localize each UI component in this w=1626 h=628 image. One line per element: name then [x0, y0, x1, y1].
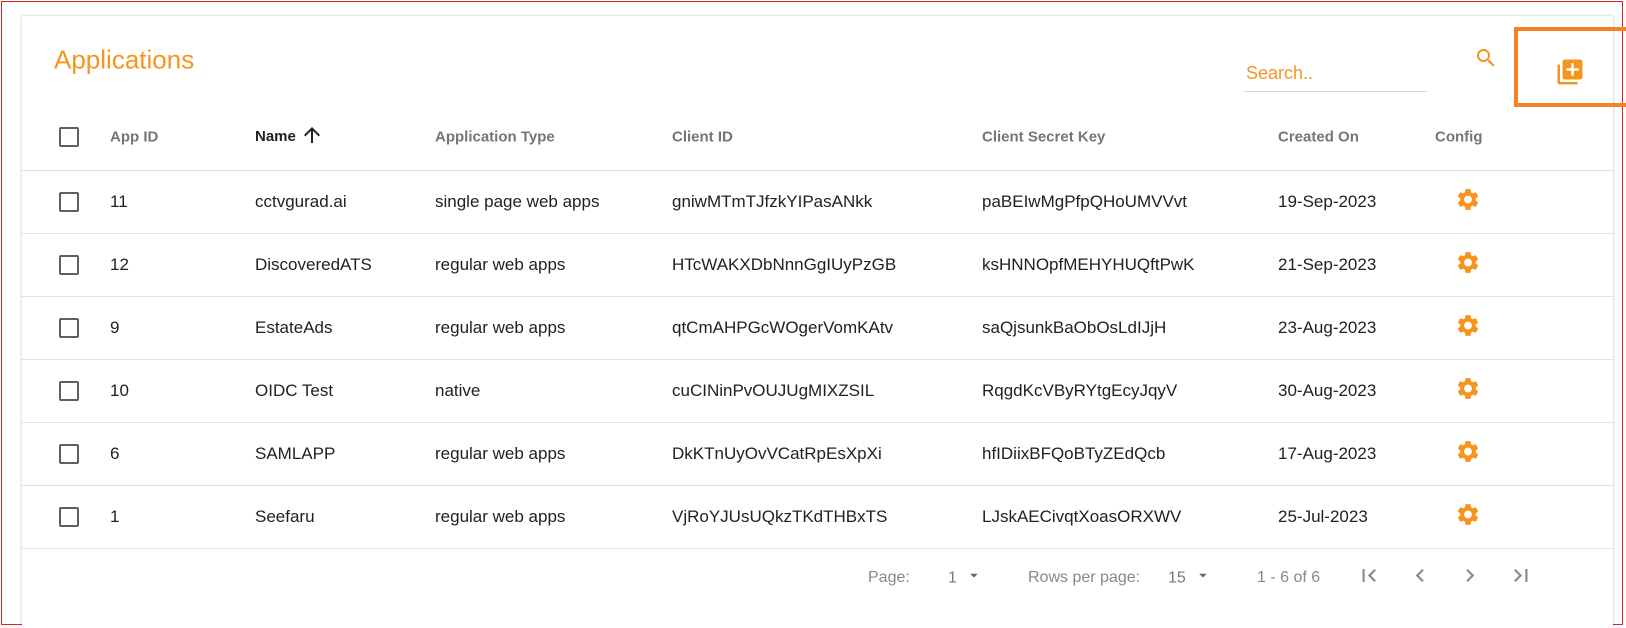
gear-icon — [1455, 313, 1481, 344]
first-page-icon — [1356, 563, 1382, 594]
table-row[interactable]: 12 DiscoveredATS regular web apps HTcWAK… — [22, 234, 1613, 297]
name-cell: OIDC Test — [255, 381, 334, 400]
created-on-cell: 23-Aug-2023 — [1278, 318, 1377, 337]
created-on-cell: 21-Sep-2023 — [1278, 255, 1377, 274]
application-type-cell: regular web apps — [435, 507, 566, 526]
page-select-value: 1 — [948, 569, 957, 586]
app-id-cell: 10 — [110, 381, 129, 400]
name-cell: EstateAds — [255, 318, 333, 337]
select-all-checkbox[interactable] — [59, 126, 79, 147]
row-checkbox[interactable] — [59, 255, 79, 275]
column-header-name-label: Name — [255, 128, 296, 145]
library-add-icon — [1555, 57, 1585, 92]
client-id-cell: DkKTnUyOvVCatRpEsXpXi — [672, 444, 882, 463]
table-row[interactable]: 6 SAMLAPP regular web apps DkKTnUyOvVCat… — [22, 423, 1613, 486]
column-header-client-secret[interactable]: Client Secret Key — [982, 128, 1105, 145]
app-id-cell: 12 — [110, 255, 129, 274]
rows-per-page-label: Rows per page: — [1028, 569, 1141, 586]
application-type-cell: single page web apps — [435, 192, 600, 211]
page-select[interactable]: 1 — [948, 569, 981, 588]
row-checkbox[interactable] — [59, 507, 79, 527]
gear-icon — [1455, 187, 1481, 218]
last-page-icon — [1508, 563, 1534, 594]
client-secret-cell: hfIDiixBFQoBTyZEdQcb — [982, 444, 1166, 463]
column-header-created-on[interactable]: Created On — [1278, 128, 1359, 145]
row-checkbox[interactable] — [59, 318, 79, 338]
application-type-cell: regular web apps — [435, 444, 566, 463]
created-on-cell: 19-Sep-2023 — [1278, 192, 1377, 211]
application-type-cell: native — [435, 381, 481, 400]
gear-icon — [1455, 439, 1481, 470]
app-id-cell: 9 — [110, 318, 120, 337]
chevron-left-icon — [1407, 563, 1433, 594]
name-cell: SAMLAPP — [255, 444, 336, 463]
page-label: Page: — [868, 569, 910, 586]
gear-icon — [1455, 502, 1481, 533]
previous-page-button[interactable] — [1407, 563, 1433, 594]
row-checkbox[interactable] — [59, 444, 79, 464]
config-button[interactable] — [1455, 187, 1481, 218]
config-button[interactable] — [1455, 376, 1481, 407]
created-on-cell: 30-Aug-2023 — [1278, 381, 1377, 400]
search-box — [1244, 58, 1431, 92]
gear-icon — [1455, 250, 1481, 281]
rows-per-page-select[interactable]: 15 — [1168, 569, 1210, 588]
arrow-up-icon — [300, 123, 324, 151]
created-on-cell: 17-Aug-2023 — [1278, 444, 1377, 463]
page-title: Applications — [54, 44, 195, 75]
client-secret-cell: paBEIwMgPfpQHoUMVVvt — [982, 192, 1188, 211]
client-id-cell: qtCmAHPGcWOgerVomKAtv — [672, 318, 894, 337]
table-row[interactable]: 11 cctvgurad.ai single page web apps gni… — [22, 171, 1613, 234]
config-button[interactable] — [1455, 502, 1481, 533]
first-page-button[interactable] — [1356, 563, 1382, 594]
app-id-cell: 1 — [110, 507, 120, 526]
column-header-application-type[interactable]: Application Type — [435, 128, 555, 145]
next-page-button[interactable] — [1457, 563, 1483, 594]
name-cell: DiscoveredATS — [255, 255, 372, 274]
created-on-cell: 25-Jul-2023 — [1278, 507, 1368, 526]
app-id-cell: 11 — [110, 192, 128, 211]
table-row[interactable]: 10 OIDC Test native cuCINinPvOUJUgMIXZSI… — [22, 360, 1613, 423]
pagination-range: 1 - 6 of 6 — [1257, 569, 1321, 586]
name-cell: cctvgurad.ai — [255, 192, 347, 211]
client-id-cell: cuCINinPvOUJUgMIXZSIL — [672, 381, 875, 400]
client-id-cell: HTcWAKXDbNnnGgIUyPzGB — [672, 255, 897, 274]
search-button[interactable] — [1470, 44, 1502, 76]
client-secret-cell: saQjsunkBaObOsLdIJjH — [982, 318, 1167, 337]
table-row[interactable]: 9 EstateAds regular web apps qtCmAHPGcWO… — [22, 297, 1613, 360]
column-header-name[interactable]: Name — [255, 123, 324, 151]
dropdown-arrow-icon — [1196, 569, 1210, 588]
client-id-cell: gniwMTmTJfzkYIPasANkk — [672, 192, 873, 211]
column-header-config: Config — [1435, 128, 1483, 145]
client-secret-cell: ksHNNOpfMEHYHUQftPwK — [982, 255, 1195, 274]
client-secret-cell: LJskAECivqtXoasORXWV — [982, 507, 1182, 526]
applications-table: App ID Name Application Type Client ID C… — [22, 103, 1613, 549]
config-button[interactable] — [1455, 439, 1481, 470]
pagination-bar: Page: 1 Rows per page: 15 1 - 6 of 6 — [22, 556, 1613, 600]
client-secret-cell: RqgdKcVByRYtgEcyJqyV — [982, 381, 1178, 400]
column-header-client-id[interactable]: Client ID — [672, 128, 733, 145]
search-input[interactable] — [1244, 58, 1431, 88]
dropdown-arrow-icon — [967, 569, 981, 588]
row-checkbox[interactable] — [59, 192, 79, 212]
column-header-app-id[interactable]: App ID — [110, 128, 158, 145]
last-page-button[interactable] — [1508, 563, 1534, 594]
config-button[interactable] — [1455, 313, 1481, 344]
search-icon — [1474, 46, 1498, 75]
application-type-cell: regular web apps — [435, 318, 566, 337]
gear-icon — [1455, 376, 1481, 407]
app-id-cell: 6 — [110, 444, 120, 463]
client-id-cell: VjRoYJUsUQkzTKdTHBxTS — [672, 507, 888, 526]
application-type-cell: regular web apps — [435, 255, 566, 274]
name-cell: Seefaru — [255, 507, 315, 526]
chevron-right-icon — [1457, 563, 1483, 594]
row-checkbox[interactable] — [59, 381, 79, 401]
add-application-button[interactable] — [1550, 54, 1590, 94]
config-button[interactable] — [1455, 250, 1481, 281]
rows-per-page-value: 15 — [1168, 569, 1186, 586]
table-header: App ID Name Application Type Client ID C… — [22, 103, 1613, 171]
table-row[interactable]: 1 Seefaru regular web apps VjRoYJUsUQkzT… — [22, 486, 1613, 549]
